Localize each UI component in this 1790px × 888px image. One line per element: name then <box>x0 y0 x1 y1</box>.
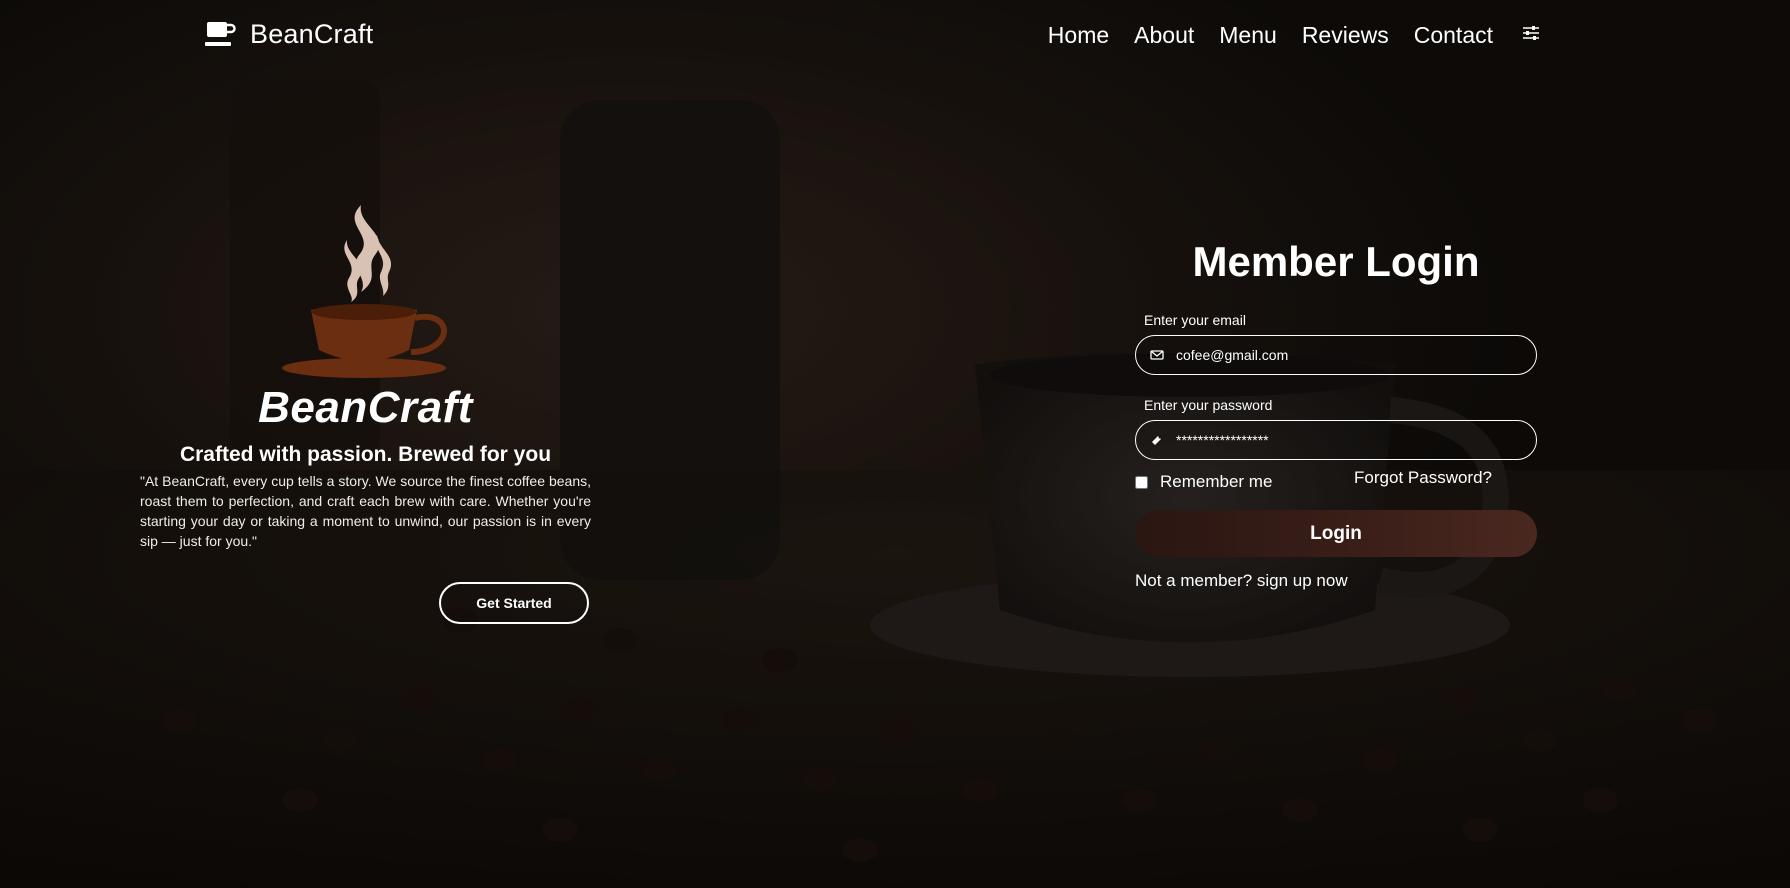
coffee-cup-icon <box>205 22 236 46</box>
password-field[interactable] <box>1135 420 1537 460</box>
login-title: Member Login <box>1192 238 1480 285</box>
remember-me[interactable]: Remember me <box>1135 472 1272 492</box>
hero: BeanCraft Crafted with passion. Brewed f… <box>140 200 591 551</box>
email-label: Enter your email <box>1144 312 1246 328</box>
forgot-password-link[interactable]: Forgot Password? <box>1354 468 1492 488</box>
hero-description: "At BeanCraft, every cup tells a story. … <box>140 473 591 549</box>
login-button[interactable]: Login <box>1135 510 1537 557</box>
remember-checkbox[interactable] <box>1135 475 1148 489</box>
remember-label: Remember me <box>1160 472 1273 491</box>
get-started-button[interactable]: Get Started <box>439 582 589 624</box>
password-label: Enter your password <box>1144 397 1273 413</box>
email-field[interactable] <box>1135 335 1537 375</box>
nav-home[interactable]: Home <box>1048 22 1109 49</box>
hero-tagline: Crafted with passion. Brewed for you <box>179 443 552 466</box>
signup-link[interactable]: Not a member? sign up now <box>1135 571 1537 591</box>
login-form: Member Login Enter your email Enter your… <box>1135 238 1537 591</box>
email-input[interactable] <box>1174 346 1522 364</box>
nav-menu[interactable]: Menu <box>1219 22 1277 49</box>
password-input[interactable] <box>1174 431 1522 449</box>
key-icon <box>1152 435 1162 445</box>
sliders-icon[interactable] <box>1522 24 1540 42</box>
nav-about[interactable]: About <box>1134 22 1194 49</box>
main-nav: Home About Menu Reviews Contact <box>1048 22 1540 49</box>
brand-name: BeanCraft <box>250 18 374 49</box>
nav-reviews[interactable]: Reviews <box>1302 22 1389 49</box>
brand[interactable]: BeanCraft <box>204 18 373 50</box>
coffee-logo-icon <box>281 205 447 378</box>
nav-contact[interactable]: Contact <box>1414 22 1493 49</box>
hero-title: BeanCraft <box>258 383 473 432</box>
mail-icon <box>1150 350 1164 360</box>
